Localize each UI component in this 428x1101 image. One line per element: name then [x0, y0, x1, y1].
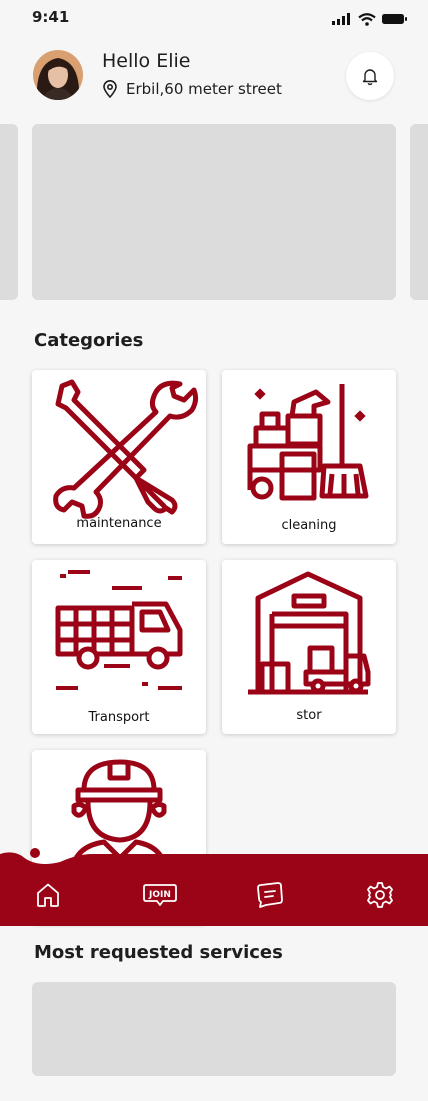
bell-icon: [362, 69, 378, 86]
location-pin-icon: [103, 80, 117, 98]
settings-icon: [367, 882, 393, 908]
truck-icon: [55, 570, 183, 690]
signal-icon: [332, 13, 350, 25]
status-icons: [332, 12, 408, 26]
category-card-maintenance[interactable]: maintenance: [32, 370, 206, 544]
battery-icon: [382, 14, 407, 24]
most-requested-title: Most requested services: [34, 942, 283, 963]
join-icon: JOIN: [143, 884, 177, 906]
category-card-stor[interactable]: stor: [222, 560, 396, 734]
notification-button[interactable]: [346, 52, 394, 100]
category-card-transport[interactable]: Transport: [32, 560, 206, 734]
category-label: maintenance: [76, 516, 162, 531]
home-icon: [37, 883, 59, 907]
nav-active-indicator: [30, 848, 40, 858]
chat-icon: [257, 882, 283, 908]
nav-settings-button[interactable]: [360, 875, 400, 915]
carousel-slide-next[interactable]: [410, 124, 428, 300]
category-card-cleaning[interactable]: cleaning: [222, 370, 396, 544]
avatar[interactable]: [33, 50, 83, 100]
status-time: 9:41: [32, 8, 70, 26]
nav-join-button[interactable]: JOIN: [139, 875, 181, 915]
most-requested-card[interactable]: [32, 982, 396, 1076]
categories-title: Categories: [34, 330, 144, 351]
location-row[interactable]: Erbil,60 meter street: [102, 80, 282, 98]
carousel-slide-prev[interactable]: [0, 124, 18, 300]
location-text: Erbil,60 meter street: [126, 80, 282, 98]
greeting-text: Hello Elie: [102, 50, 191, 72]
nav-home-button[interactable]: [28, 875, 68, 915]
carousel-slide[interactable]: [32, 124, 396, 300]
category-label: Transport: [88, 710, 150, 725]
category-label: stor: [296, 708, 322, 723]
nav-chat-button[interactable]: [250, 875, 290, 915]
wifi-icon: [358, 12, 376, 26]
join-label: JOIN: [148, 890, 171, 900]
category-label: cleaning: [281, 518, 337, 533]
